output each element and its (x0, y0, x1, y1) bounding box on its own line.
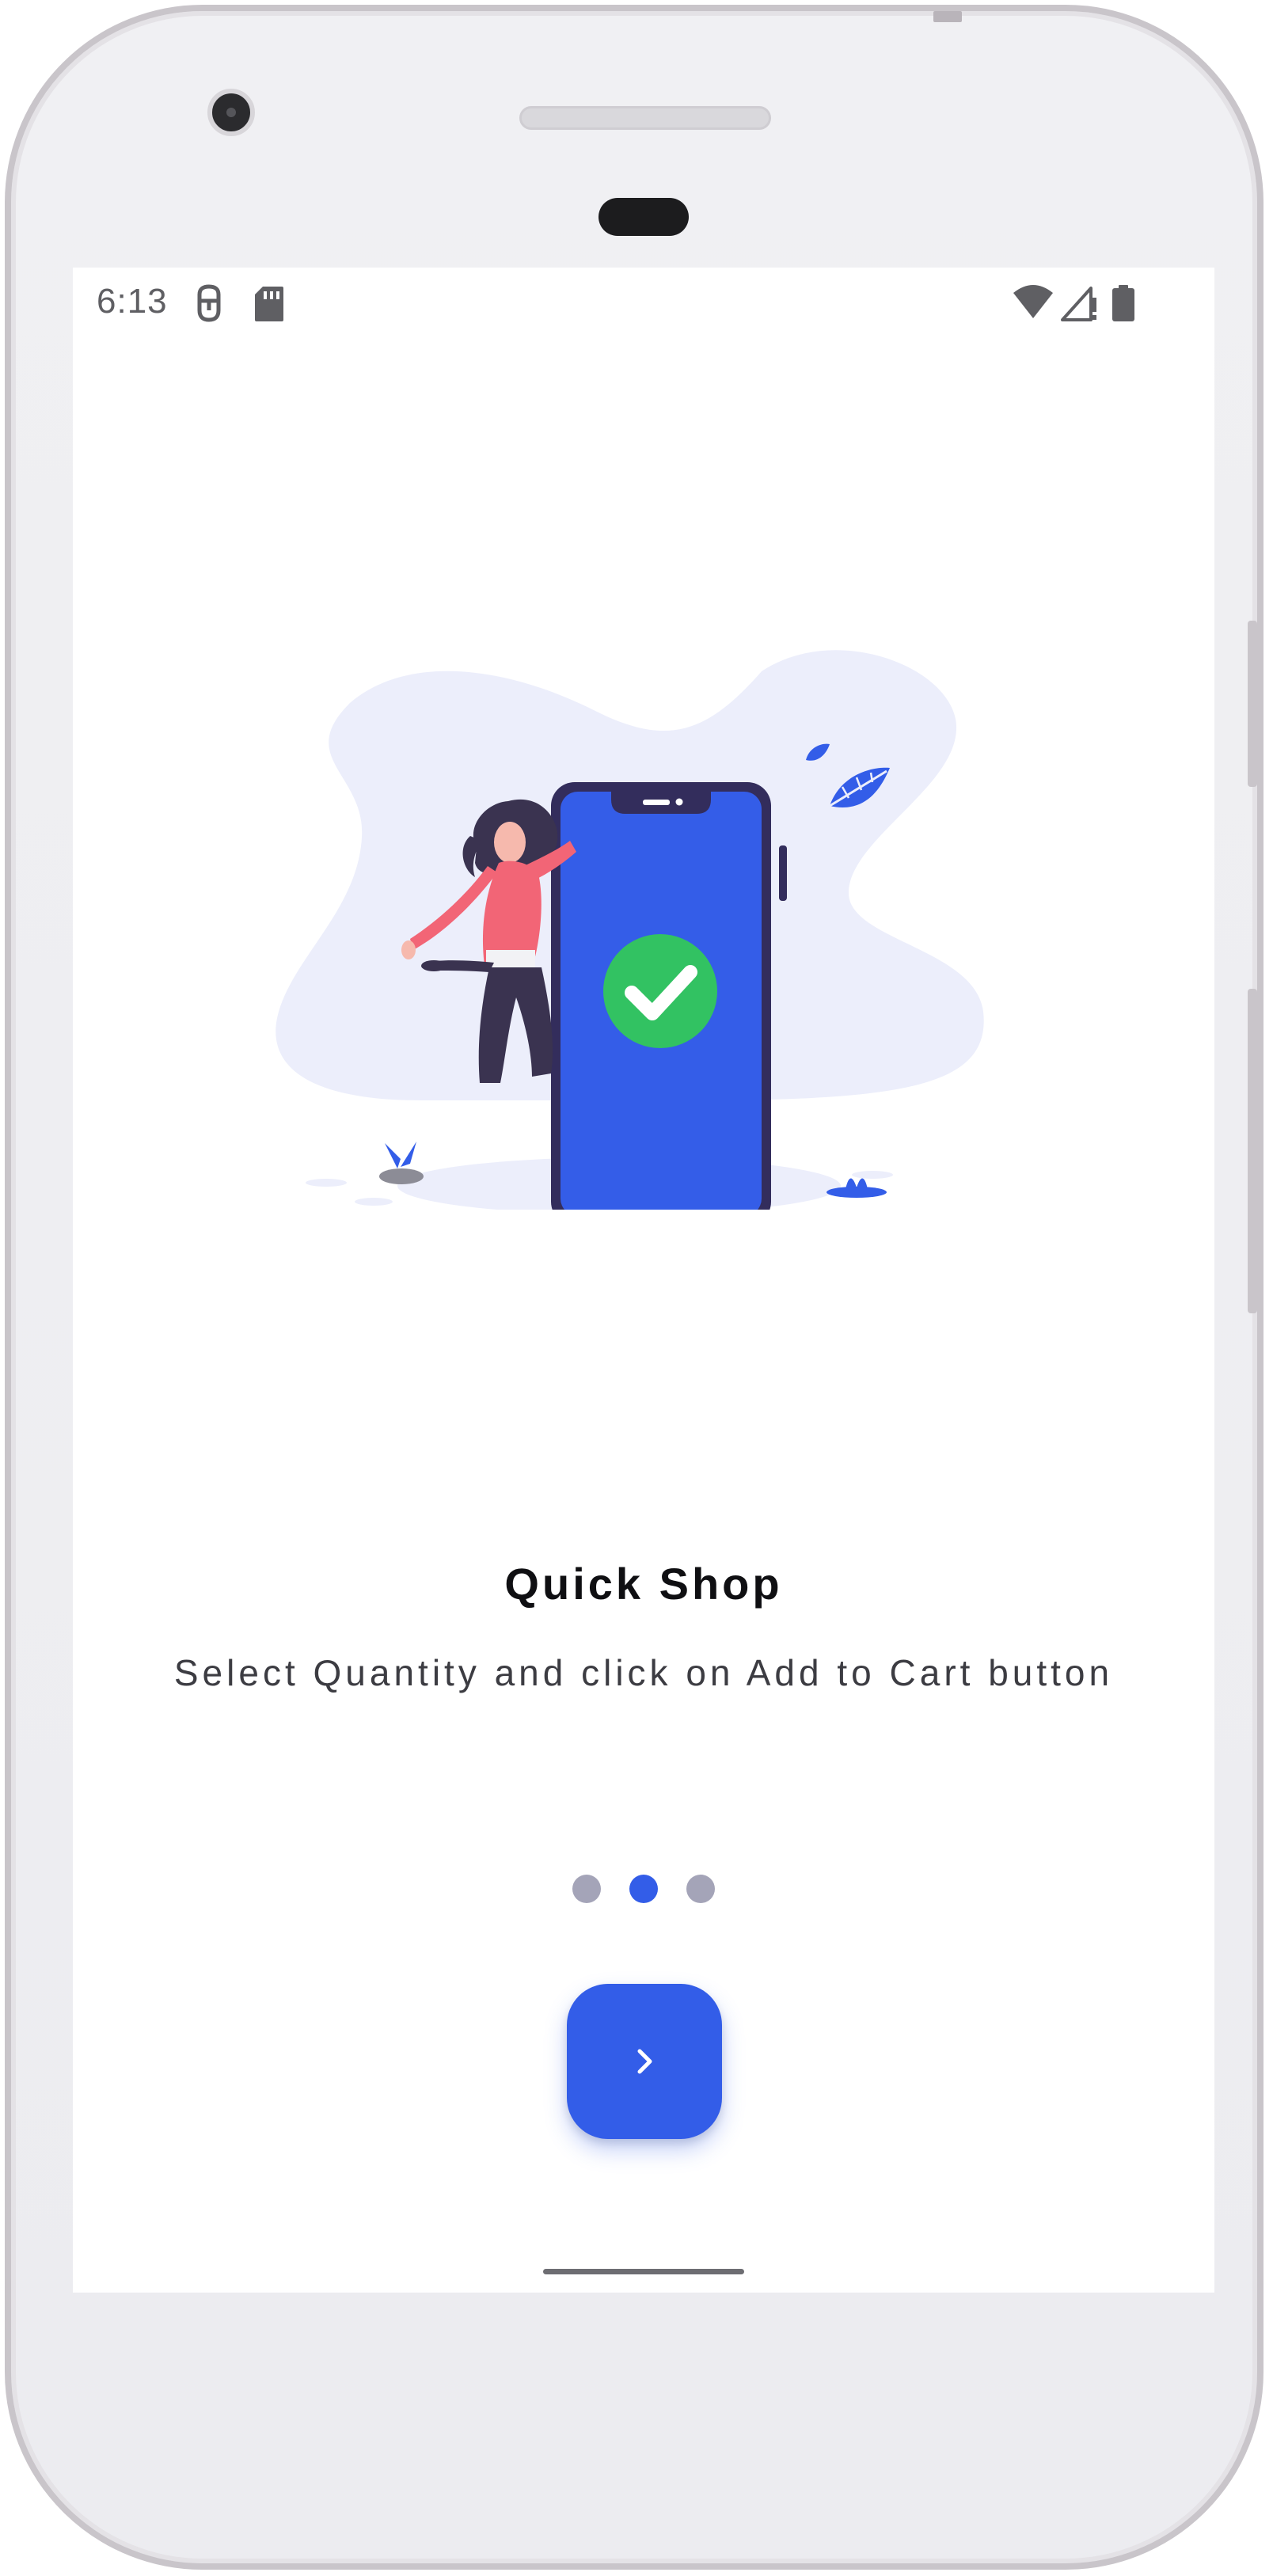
check-badge-icon (603, 934, 717, 1048)
chevron-right-icon (637, 2049, 652, 2074)
page-indicator (73, 1875, 1214, 1903)
phone-device-frame: 6:13 Quick Shop Select Quantity and clic… (5, 5, 1264, 2570)
device-top-seam (933, 11, 962, 22)
status-bar: 6:13 (73, 268, 1214, 337)
wifi-icon (1013, 285, 1053, 318)
page-dot-3[interactable] (686, 1875, 715, 1903)
sd-card-icon (255, 287, 283, 321)
onboarding-description: Select Quantity and click on Add to Cart… (173, 1652, 1114, 1693)
home-indicator[interactable] (543, 2269, 744, 2274)
front-camera-icon (207, 89, 255, 136)
onboarding-title: Quick Shop (504, 1559, 783, 1609)
proximity-sensor (598, 198, 689, 236)
device-power-button (1248, 621, 1257, 787)
device-volume-button (1248, 989, 1257, 1313)
battery-icon (1112, 285, 1134, 321)
onboarding-illustration (276, 650, 984, 1210)
next-button[interactable] (567, 1984, 722, 2139)
page-dot-1[interactable] (572, 1875, 601, 1903)
debug-icon (197, 284, 221, 322)
page-dot-2-active[interactable] (629, 1875, 658, 1903)
app-screen: 6:13 Quick Shop Select Quantity and clic… (73, 268, 1214, 2293)
signal-icon (1061, 287, 1096, 321)
earpiece-speaker (519, 106, 771, 130)
status-time: 6:13 (97, 282, 168, 321)
